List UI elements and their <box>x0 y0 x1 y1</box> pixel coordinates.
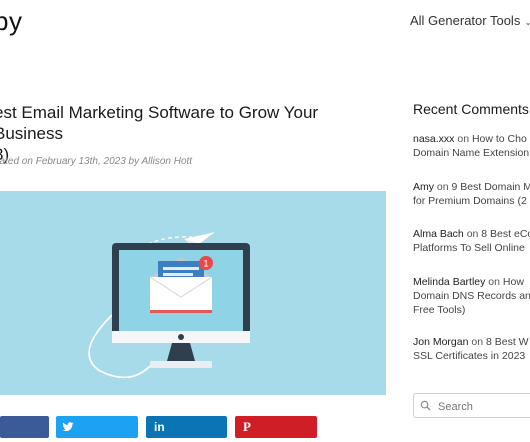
comment-post-link[interactable]: 8 Best eCo <box>481 228 530 240</box>
recent-comment-item: Amy on 9 Best Domain M for Premium Domai… <box>413 180 530 208</box>
share-facebook-button[interactable] <box>0 416 49 438</box>
comment-post-link[interactable]: How to Cho <box>472 133 527 145</box>
pinterest-icon: P <box>243 419 251 434</box>
comment-post-link[interactable]: 8 Best W <box>486 336 529 348</box>
comment-post-link[interactable]: 9 Best Domain M <box>452 181 530 193</box>
email-marketing-illustration: 1 <box>0 191 386 395</box>
comment-post-link[interactable]: Domain Name Extension <box>413 147 529 159</box>
share-twitter-button[interactable] <box>56 416 138 438</box>
comment-post-link[interactable]: Platforms To Sell Online <box>413 242 525 254</box>
nav-all-generator-tools-label: All Generator Tools <box>410 13 521 28</box>
notification-badge: 1 <box>199 256 213 270</box>
share-pinterest-button[interactable]: P <box>235 416 317 438</box>
comment-author: Melinda Bartley <box>413 276 486 288</box>
recent-comment-item: Melinda Bartley on How Domain DNS Record… <box>413 275 530 317</box>
sidebar-search <box>413 393 530 418</box>
featured-image: 1 <box>0 191 386 395</box>
twitter-icon <box>62 422 74 432</box>
comment-author: Amy <box>413 181 434 193</box>
chevron-down-icon: ⌄ <box>524 17 530 27</box>
recent-comment-item: Jon Morgan on 8 Best W SSL Certificates … <box>413 335 530 363</box>
recent-comment-item: nasa.xxx on How to Cho Domain Name Exten… <box>413 132 530 160</box>
search-input[interactable] <box>436 397 530 416</box>
comment-author: Alma Bach <box>413 228 464 240</box>
share-linkedin-button[interactable]: in <box>146 416 227 438</box>
search-icon <box>420 400 431 411</box>
comment-author: Jon Morgan <box>413 336 469 348</box>
comment-on: on <box>434 181 452 193</box>
comment-on: on <box>463 228 482 240</box>
comment-on: on <box>468 336 486 348</box>
sidebar-recent-comments-title: Recent Comments <box>413 101 529 117</box>
comment-post-link[interactable]: for Premium Domains (2 <box>413 195 527 207</box>
comment-post-link[interactable]: SSL Certificates in 2023 <box>413 350 525 362</box>
comment-post-link[interactable]: Domain DNS Records an <box>413 290 530 302</box>
comment-on: on <box>454 133 472 145</box>
notification-count: 1 <box>203 259 208 269</box>
nav-all-generator-tools[interactable]: All Generator Tools ⌄ <box>410 13 530 28</box>
comment-post-link[interactable]: How <box>503 276 524 288</box>
post-meta: dated on February 13th, 2023 by Allison … <box>0 156 193 167</box>
site-logo[interactable]: by <box>0 6 22 37</box>
comment-post-link[interactable]: Free Tools) <box>413 304 465 316</box>
linkedin-icon: in <box>154 420 165 434</box>
comment-author: nasa.xxx <box>413 133 455 145</box>
recent-comment-item: Alma Bach on 8 Best eCo Platforms To Sel… <box>413 227 530 255</box>
comment-on: on <box>485 276 503 288</box>
